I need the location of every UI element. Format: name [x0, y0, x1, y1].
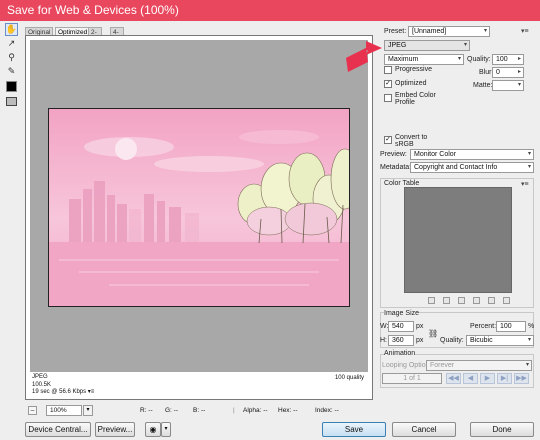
- preview-mode-select[interactable]: Monitor Color ▾: [410, 149, 534, 160]
- resample-quality-select[interactable]: Bicubic ▾: [466, 335, 534, 346]
- info-quality: 100 quality: [334, 375, 364, 381]
- height-label: H:: [380, 337, 387, 344]
- toolbox: ✋ ↗ ⚲ ✎: [3, 23, 20, 115]
- frame-counter: 1 of 1: [382, 373, 442, 384]
- previous-frame-button[interactable]: ◀: [463, 373, 478, 384]
- info-size: 100.5K: [32, 381, 52, 388]
- color-table-title: Color Table: [384, 180, 420, 187]
- looping-select[interactable]: Forever ▾: [426, 360, 532, 371]
- preset-select[interactable]: [Unnamed] ▾: [408, 26, 490, 37]
- save-button[interactable]: Save: [322, 422, 386, 437]
- height-unit: px: [416, 337, 424, 344]
- width-unit: px: [416, 323, 424, 330]
- zoom-tool-icon[interactable]: ⚲: [5, 51, 18, 64]
- zoom-level-field[interactable]: 100%: [46, 405, 82, 416]
- preset-label: Preset:: [384, 28, 407, 35]
- format-select[interactable]: JPEG ▾: [384, 40, 470, 51]
- height-field[interactable]: 360: [388, 335, 414, 346]
- readout-alpha: Alpha: --: [243, 407, 268, 414]
- animation-title: Animation: [384, 350, 416, 357]
- zoom-out-button[interactable]: –: [28, 406, 37, 415]
- preview-canvas[interactable]: [30, 40, 368, 372]
- browser-icon[interactable]: ◉: [145, 422, 161, 437]
- status-bar: – 100% ▾ R: -- G: -- B: -- | Alpha: -- H…: [25, 405, 373, 417]
- readout-hex: Hex: --: [278, 407, 298, 414]
- constrain-proportions-icon[interactable]: ⛓: [428, 329, 438, 338]
- blur-field[interactable]: 0 ▸: [492, 67, 524, 78]
- toggle-slices-icon[interactable]: [6, 97, 17, 106]
- percent-unit: %: [528, 323, 535, 330]
- slice-select-tool-icon[interactable]: ↗: [5, 37, 18, 50]
- optimized-label: Optimized: [395, 80, 427, 87]
- color-table[interactable]: [404, 187, 512, 293]
- preview-image: [48, 108, 350, 307]
- first-frame-button[interactable]: ◀◀: [446, 373, 461, 384]
- cancel-button[interactable]: Cancel: [392, 422, 456, 437]
- preview-mode-label: Preview:: [380, 151, 407, 158]
- map-color-icon[interactable]: [428, 297, 435, 304]
- resample-quality-label: Quality:: [440, 337, 464, 344]
- hand-tool-icon[interactable]: ✋: [5, 23, 18, 36]
- download-time-menu-icon[interactable]: ▾≡: [88, 389, 95, 395]
- optimized-checkbox[interactable]: ✓: [384, 80, 392, 88]
- preview-button[interactable]: Preview...: [95, 422, 135, 437]
- quality-label: Quality:: [467, 56, 491, 63]
- matte-label: Matte:: [473, 82, 493, 89]
- readout-r: R: --: [140, 407, 153, 414]
- status-divider: |: [233, 407, 235, 414]
- embed-profile-checkbox[interactable]: [384, 94, 392, 102]
- window-title: Save for Web & Devices (100%): [7, 3, 179, 17]
- add-color-icon[interactable]: [473, 297, 480, 304]
- progressive-checkbox[interactable]: [384, 66, 392, 74]
- last-frame-button[interactable]: ▶▶: [514, 373, 529, 384]
- preview-panel: JPEG 100.5K 19 sec @ 56.6 Kbps ▾≡ 100 qu…: [25, 35, 373, 400]
- matte-select[interactable]: ▾: [492, 80, 524, 91]
- done-button[interactable]: Done: [470, 422, 534, 437]
- readout-g: G: --: [165, 407, 178, 414]
- new-color-icon[interactable]: [488, 297, 495, 304]
- embed-profile-label: Embed Color Profile: [395, 92, 436, 106]
- width-field[interactable]: 540: [388, 321, 414, 332]
- next-frame-button[interactable]: ▶|: [497, 373, 512, 384]
- readout-index: Index: --: [315, 407, 339, 414]
- optimize-menu-icon[interactable]: ▾≡: [521, 27, 529, 35]
- play-button[interactable]: ▶: [480, 373, 495, 384]
- device-central-button[interactable]: Device Central...: [25, 422, 91, 437]
- browser-dropdown-button[interactable]: ▾: [161, 422, 171, 437]
- convert-srgb-checkbox[interactable]: ✓: [384, 136, 392, 144]
- lock-color-icon[interactable]: [458, 297, 465, 304]
- info-download-time: 19 sec @ 56.6 Kbps ▾≡: [32, 389, 95, 395]
- title-bar: Save for Web & Devices (100%): [0, 0, 540, 21]
- info-format: JPEG: [32, 374, 48, 380]
- percent-field[interactable]: 100: [496, 321, 526, 332]
- compression-select[interactable]: Maximum ▾: [384, 54, 464, 65]
- pointer-arrow-icon: [346, 41, 382, 72]
- zoom-dropdown-button[interactable]: ▾: [83, 405, 93, 416]
- readout-b: B: --: [193, 407, 206, 414]
- quality-field[interactable]: 100 ▸: [492, 54, 524, 65]
- delete-color-icon[interactable]: [503, 297, 510, 304]
- convert-srgb-label: Convert to sRGB: [395, 134, 428, 148]
- eyedropper-color-swatch[interactable]: [6, 81, 17, 92]
- optimized-info-bar: JPEG 100.5K 19 sec @ 56.6 Kbps ▾≡ 100 qu…: [30, 374, 368, 396]
- color-table-menu-icon[interactable]: ▾≡: [521, 180, 529, 188]
- progressive-label: Progressive: [395, 66, 432, 73]
- web-shift-icon[interactable]: [443, 297, 450, 304]
- eyedropper-tool-icon[interactable]: ✎: [5, 65, 18, 78]
- metadata-label: Metadata:: [380, 164, 412, 171]
- image-size-title: Image Size: [384, 310, 420, 317]
- metadata-select[interactable]: Copyright and Contact Info ▾: [410, 162, 534, 173]
- percent-label: Percent:: [470, 323, 497, 330]
